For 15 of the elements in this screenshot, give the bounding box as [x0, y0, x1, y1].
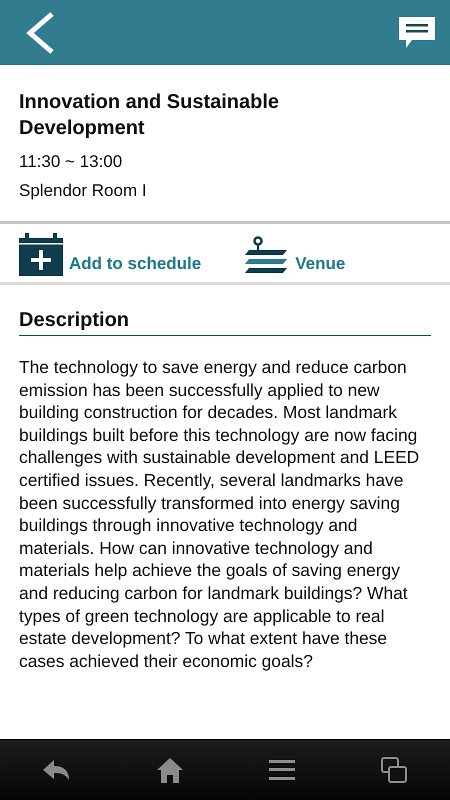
- event-room: Splendor Room I: [19, 181, 147, 200]
- add-to-schedule-button[interactable]: Add to schedule: [19, 232, 202, 276]
- map-layers-icon: [243, 236, 290, 276]
- menu-button[interactable]: [269, 759, 295, 781]
- calendar-plus-icon: [19, 232, 63, 276]
- comment-button[interactable]: [398, 16, 436, 50]
- event-time: 11:30 ~ 13:00: [19, 152, 122, 171]
- section-heading: Description: [19, 309, 130, 331]
- recent-apps-button[interactable]: [381, 757, 407, 783]
- back-arrow-button[interactable]: [43, 758, 71, 782]
- home-button[interactable]: [157, 757, 183, 783]
- back-button[interactable]: [24, 10, 56, 54]
- event-title: Innovation and Sustainable Development: [19, 90, 280, 141]
- venue-button[interactable]: Venue: [243, 232, 346, 276]
- description-text: The technology to save energy and reduce carbon emission has been successfully applied to new building construction for decades. Most landmark buildings built before this technology are now facing challenges with sustainable development and LEED certified issues. Recently, several landmarks have been successfully transformed into energy saving buildings through innovative technology and materials. How can innovative technology and materials help achieve the goals of saving energy and reducing carbon for landmark buildings? What types of green technology are applicable to real estate development? To what extent have these cases achieved their economic goals?: [19, 356, 420, 672]
